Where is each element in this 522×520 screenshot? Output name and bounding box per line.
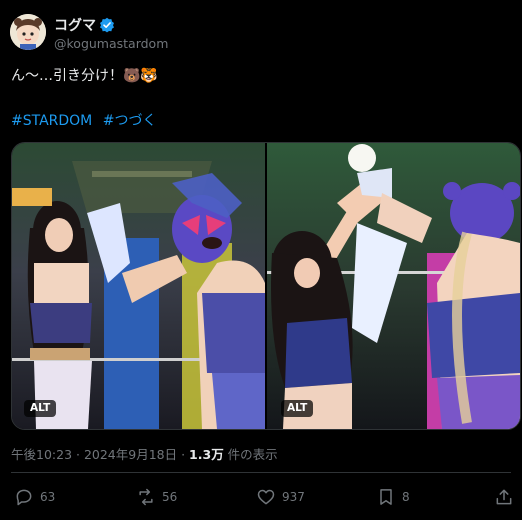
like-icon	[257, 489, 275, 505]
repost-button[interactable]: 56	[136, 487, 177, 507]
reply-icon	[16, 489, 32, 506]
hashtag-stardom[interactable]: #STARDOM	[11, 113, 92, 129]
repost-icon	[139, 488, 153, 506]
hashtag-tsuzuku[interactable]: #つづく	[103, 113, 157, 129]
reply-count: 63	[40, 490, 56, 504]
timestamp[interactable]: 午後10:23 · 2024年9月18日 ·	[11, 447, 189, 462]
divider	[11, 472, 511, 473]
photo-2[interactable]: ALT	[267, 143, 520, 429]
handle[interactable]: @kogumastardom	[54, 36, 168, 51]
like-button[interactable]: 937	[256, 487, 305, 507]
hashtags: #STARDOM #つづく	[11, 110, 162, 130]
photo-divider	[265, 143, 267, 429]
bookmark-icon	[380, 489, 392, 505]
display-name[interactable]: コグマ	[54, 15, 115, 35]
action-bar: 63 56 937 8	[0, 483, 522, 513]
share-icon	[496, 489, 512, 505]
bookmark-button[interactable]: 8	[376, 487, 410, 507]
tweet: コグマ @kogumastardom ん〜…引き分け！🐻🐯 #STARDOM #…	[0, 0, 522, 520]
alt-badge[interactable]: ALT	[281, 400, 314, 417]
post-meta: 午後10:23 · 2024年9月18日 · 1.3万 件の表示	[11, 444, 278, 463]
post-text: ん〜…引き分け！🐻🐯	[11, 68, 158, 84]
views-count: 1.3万	[189, 447, 224, 462]
verified-badge-icon	[99, 17, 115, 33]
like-count: 937	[282, 490, 305, 504]
alt-badge[interactable]: ALT	[24, 400, 57, 417]
reply-button[interactable]: 63	[14, 487, 55, 507]
photo-1[interactable]: ALT	[12, 143, 265, 429]
media-grid: ALT ALT	[11, 142, 521, 430]
avatar[interactable]	[10, 14, 46, 50]
repost-count: 56	[162, 490, 178, 504]
display-name-text[interactable]: コグマ	[54, 15, 96, 35]
share-button[interactable]	[494, 487, 520, 507]
views-label: 件の表示	[223, 447, 278, 462]
bookmark-count: 8	[402, 490, 410, 504]
